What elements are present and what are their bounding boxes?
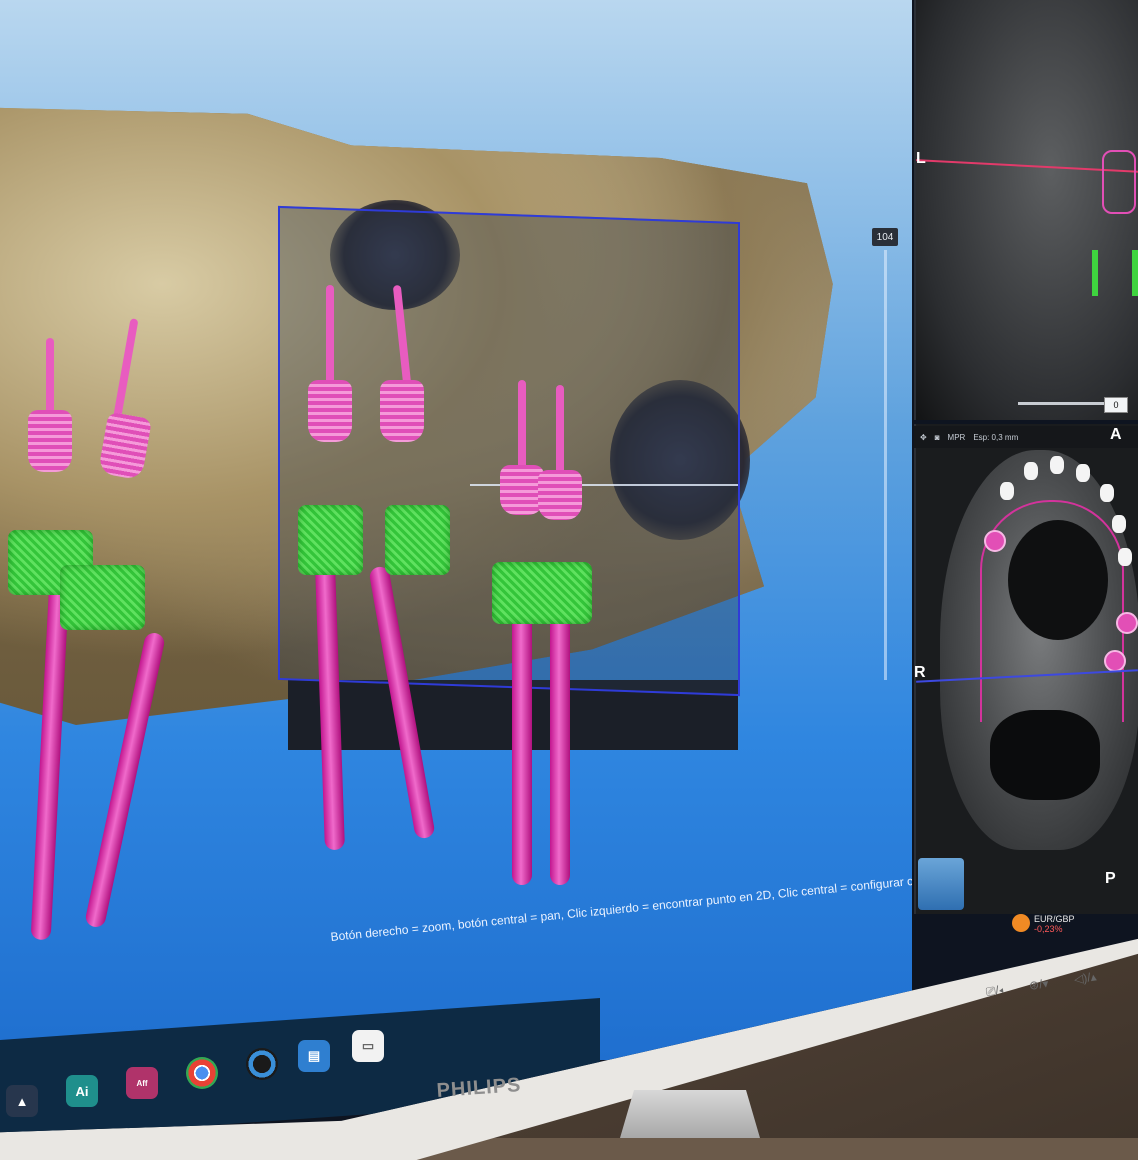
source-icon[interactable]: ⊛/▾ xyxy=(1028,976,1049,994)
crown-5[interactable] xyxy=(492,562,592,624)
chrome-dev-icon[interactable] xyxy=(246,1048,278,1080)
crown-4[interactable] xyxy=(385,505,450,575)
coronal-view-panel[interactable] xyxy=(914,0,1138,420)
volume-icon[interactable]: ◁)/▴ xyxy=(1073,969,1097,987)
coronal-left-label: L xyxy=(916,150,926,167)
implant-6[interactable] xyxy=(535,385,585,890)
axial-right-label: R xyxy=(914,664,926,681)
move-icon[interactable]: ✥ xyxy=(920,433,927,442)
status-hint-text: Botón derecho = zoom, botón central = pa… xyxy=(330,871,912,944)
document-icon[interactable]: ▭ xyxy=(352,1030,384,1062)
ticker-change: -0,23% xyxy=(1034,924,1063,934)
axial-implant-marker[interactable] xyxy=(1116,612,1138,634)
chrome-icon[interactable] xyxy=(186,1057,218,1089)
monitor-screen: 104 Botón derecho = zoom, botón central … xyxy=(0,0,1138,1133)
tooth-marker xyxy=(1118,548,1132,566)
coronal-green-marker xyxy=(1092,250,1098,296)
coronal-slice-slider[interactable] xyxy=(1018,402,1108,405)
currency-icon xyxy=(1012,914,1030,932)
tooth-marker xyxy=(1024,462,1038,480)
zoom-value-badge[interactable]: 104 xyxy=(872,228,898,246)
tooth-marker xyxy=(1050,456,1064,474)
camera-icon[interactable]: ◙ xyxy=(935,433,940,442)
coronal-green-marker xyxy=(1132,250,1138,296)
crown-3[interactable] xyxy=(298,505,363,575)
input-icon[interactable]: ⎚/◂ xyxy=(985,983,1004,1000)
axial-toolbar: ✥ ◙ MPR Esp: 0,3 mm xyxy=(914,426,1138,448)
defender-icon[interactable]: ▲ xyxy=(6,1085,38,1117)
implant-2[interactable] xyxy=(84,310,166,950)
zoom-slider-track[interactable] xyxy=(884,250,887,680)
axial-implant-marker[interactable] xyxy=(984,530,1006,552)
affinity-icon[interactable]: Aff xyxy=(126,1067,158,1099)
tooth-marker xyxy=(1112,515,1126,533)
currency-ticker[interactable]: EUR/GBP -0,23% xyxy=(1034,914,1075,934)
coronal-slice-value[interactable]: 0 xyxy=(1104,397,1128,413)
illustrator-icon[interactable]: Ai xyxy=(66,1075,98,1107)
toolbar-thickness: Esp: 0,3 mm xyxy=(973,432,1019,442)
tooth-marker xyxy=(1076,464,1090,482)
tooth-tool-button[interactable] xyxy=(918,858,964,910)
crown-2[interactable] xyxy=(60,565,145,630)
tooth-marker xyxy=(1100,484,1114,502)
monitor-brand-logo: PHILIPS xyxy=(435,1073,523,1102)
coronal-implant-marker[interactable] xyxy=(1102,150,1136,214)
viewport-3d[interactable]: 104 Botón derecho = zoom, botón central … xyxy=(0,0,912,1060)
monitor-stand xyxy=(620,1090,760,1138)
dental-software-icon[interactable]: ▤ xyxy=(298,1040,330,1072)
implant-1[interactable] xyxy=(20,330,80,950)
axial-posterior-label: P xyxy=(1105,870,1116,887)
axial-implant-marker[interactable] xyxy=(1104,650,1126,672)
axial-anterior-label: A xyxy=(1110,426,1122,443)
tooth-marker xyxy=(1000,482,1014,500)
airway-region xyxy=(990,710,1100,800)
ticker-pair: EUR/GBP xyxy=(1034,914,1075,924)
toolbar-mpr[interactable]: MPR xyxy=(948,433,966,442)
